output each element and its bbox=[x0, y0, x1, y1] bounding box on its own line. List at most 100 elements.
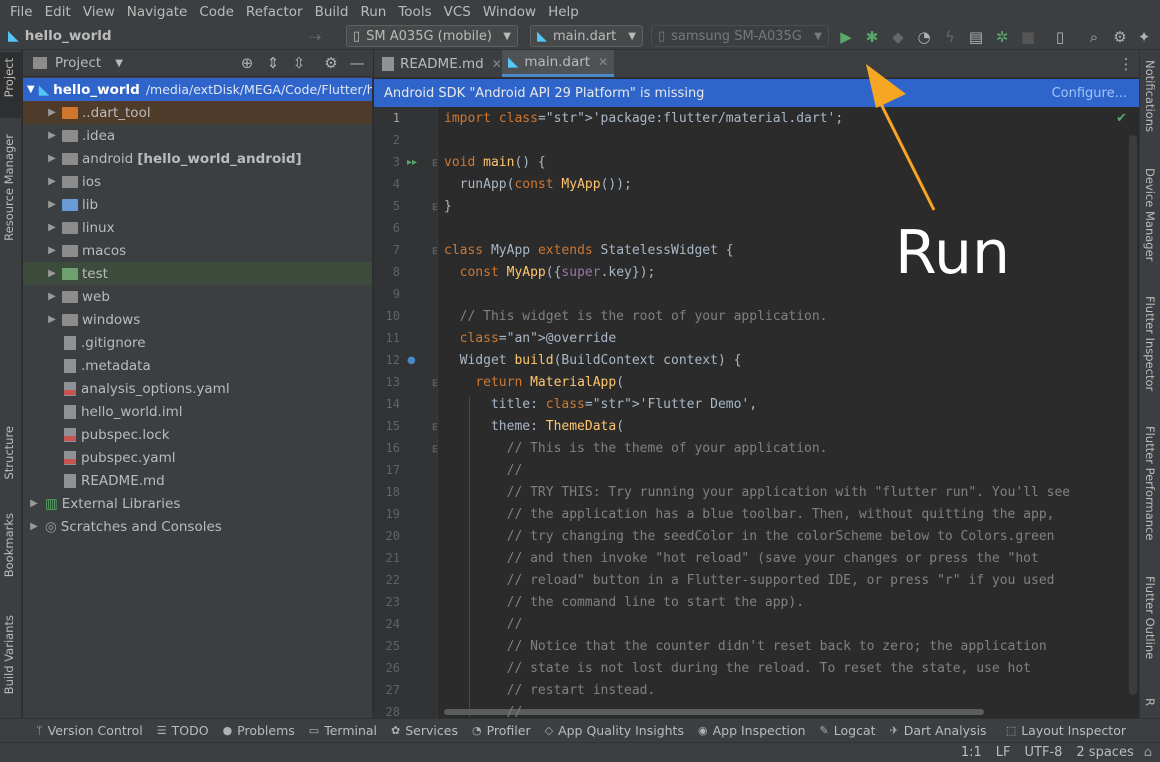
tool-window-app-inspection[interactable]: ◉ App Inspection bbox=[698, 723, 806, 738]
override-gutter-icon[interactable]: ● bbox=[407, 355, 416, 366]
tool-window-app-quality-insights[interactable]: ◇ App Quality Insights bbox=[545, 723, 684, 738]
tool-window-version-control[interactable]: ᛘ Version Control bbox=[36, 723, 143, 738]
chevron-right-icon[interactable]: ▶ bbox=[45, 291, 59, 302]
structure-tool-button[interactable]: Structure bbox=[2, 426, 16, 480]
tab-main-dart[interactable]: ◣ main.dart ✕ bbox=[502, 50, 615, 77]
menu-tools[interactable]: Tools bbox=[392, 4, 437, 20]
tool-window-dart-analysis[interactable]: ✈ Dart Analysis bbox=[890, 723, 987, 738]
tree-item[interactable]: ▶ ..dart_tool bbox=[23, 101, 372, 124]
chevron-right-icon[interactable]: ▶ bbox=[45, 268, 59, 279]
tree-item[interactable]: .gitignore bbox=[23, 331, 372, 354]
tree-item[interactable]: pubspec.yaml bbox=[23, 446, 372, 469]
project-tool-button[interactable]: Project bbox=[2, 58, 16, 97]
chevron-right-icon[interactable]: ▶ bbox=[45, 245, 59, 256]
gear-icon[interactable]: ⚙ bbox=[1110, 27, 1130, 47]
fold-icon[interactable]: ⊟ bbox=[432, 422, 437, 433]
flutter-outline-tool-button[interactable]: Flutter Outline bbox=[1143, 576, 1157, 659]
lock-icon[interactable]: ⌂ bbox=[1144, 745, 1152, 760]
horizontal-scrollbar[interactable] bbox=[444, 709, 984, 715]
gemini-icon[interactable]: ✦ bbox=[1134, 27, 1154, 47]
tree-item[interactable]: ▶ lib bbox=[23, 193, 372, 216]
tree-item[interactable]: ▶ web bbox=[23, 285, 372, 308]
tree-item[interactable]: README.md bbox=[23, 469, 372, 492]
more-tabs-icon[interactable]: ⋮ bbox=[1116, 54, 1136, 74]
tree-item[interactable]: hello_world.iml bbox=[23, 400, 372, 423]
caret-position[interactable]: 1:1 bbox=[961, 745, 982, 760]
chevron-right-icon[interactable]: ▶ bbox=[27, 521, 41, 532]
project-name[interactable]: hello_world bbox=[25, 28, 112, 44]
fold-icon[interactable]: ⊟ bbox=[432, 158, 437, 169]
chevron-right-icon[interactable]: ▶ bbox=[45, 176, 59, 187]
run-gutter-icon[interactable]: ▸▸ bbox=[407, 157, 417, 168]
notifications-tool-button[interactable]: Notifications bbox=[1143, 60, 1157, 132]
tab-readme[interactable]: README.md ✕ bbox=[376, 50, 508, 78]
build-variants-tool-button[interactable]: Build Variants bbox=[2, 615, 16, 694]
chevron-right-icon[interactable]: ▶ bbox=[45, 107, 59, 118]
tree-item[interactable]: analysis_options.yaml bbox=[23, 377, 372, 400]
tree-item[interactable]: ▶ .idea bbox=[23, 124, 372, 147]
menu-navigate[interactable]: Navigate bbox=[121, 4, 194, 20]
tool-window-logcat[interactable]: ✎ Logcat bbox=[820, 723, 876, 738]
bug-sync-icon[interactable]: ✲ bbox=[992, 27, 1012, 47]
run-config-selector[interactable]: ◣ main.dart ▼ bbox=[530, 25, 643, 47]
tree-item[interactable]: ▶ ▥ External Libraries bbox=[23, 492, 372, 515]
chevron-right-icon[interactable]: ▶ bbox=[45, 153, 59, 164]
attach-debugger-icon[interactable]: ◆ bbox=[888, 27, 908, 47]
menu-run[interactable]: Run bbox=[354, 4, 392, 20]
tree-item[interactable]: ▶ ios bbox=[23, 170, 372, 193]
chevron-right-icon[interactable]: ▶ bbox=[45, 199, 59, 210]
menu-vcs[interactable]: VCS bbox=[438, 4, 477, 20]
hide-icon[interactable]: — bbox=[347, 53, 367, 73]
tree-item[interactable]: ▶ test bbox=[23, 262, 372, 285]
resource-manager-tool-button[interactable]: Resource Manager bbox=[2, 134, 16, 241]
menu-window[interactable]: Window bbox=[477, 4, 542, 20]
profile-icon[interactable]: ◔ bbox=[914, 27, 934, 47]
configure-link[interactable]: Configure... bbox=[1052, 86, 1127, 101]
tree-item[interactable]: ▶ macos bbox=[23, 239, 372, 262]
hot-reload-icon[interactable]: ϟ bbox=[940, 27, 960, 47]
tool-window-todo[interactable]: ☰ TODO bbox=[157, 723, 209, 738]
vcs-icon[interactable]: ⇢ bbox=[305, 27, 325, 47]
tool-window-services[interactable]: ✿ Services bbox=[391, 723, 458, 738]
chevron-right-icon[interactable]: ▶ bbox=[45, 130, 59, 141]
tree-item[interactable]: ▶ windows bbox=[23, 308, 372, 331]
flutter-inspector-tool-button[interactable]: Flutter Inspector bbox=[1143, 296, 1157, 391]
stop-icon[interactable]: ■ bbox=[1018, 27, 1038, 47]
tree-item[interactable]: ▶ ◎ Scratches and Consoles bbox=[23, 515, 372, 538]
fold-icon[interactable]: ⊟ bbox=[432, 378, 437, 389]
file-encoding[interactable]: UTF-8 bbox=[1025, 745, 1063, 760]
gear-icon[interactable]: ⚙ bbox=[321, 53, 341, 73]
menu-file[interactable]: File bbox=[4, 4, 39, 20]
flutter-performance-tool-button[interactable]: Flutter Performance bbox=[1143, 426, 1157, 540]
tool-window-problems[interactable]: ● Problems bbox=[223, 723, 295, 738]
more-tool-button[interactable]: R bbox=[1143, 698, 1157, 706]
navigation-bar[interactable]: ◣ hello_world bbox=[8, 28, 112, 44]
menu-help[interactable]: Help bbox=[542, 4, 585, 20]
collapse-all-icon[interactable]: ⇳ bbox=[289, 53, 309, 73]
tree-item[interactable]: pubspec.lock bbox=[23, 423, 372, 446]
locate-icon[interactable]: ⊕ bbox=[237, 53, 257, 73]
menu-view[interactable]: View bbox=[77, 4, 121, 20]
tree-item[interactable]: .metadata bbox=[23, 354, 372, 377]
indent-setting[interactable]: 2 spaces bbox=[1076, 745, 1133, 760]
menu-edit[interactable]: Edit bbox=[39, 4, 77, 20]
device-manager-tool-button[interactable]: Device Manager bbox=[1143, 168, 1157, 261]
fold-icon[interactable]: ⊟ bbox=[432, 202, 437, 213]
close-icon[interactable]: ✕ bbox=[598, 55, 608, 69]
tool-window-layout-inspector[interactable]: ⬚ Layout Inspector bbox=[1006, 723, 1126, 738]
tree-item[interactable]: ▶ linux bbox=[23, 216, 372, 239]
close-icon[interactable]: ✕ bbox=[492, 57, 502, 71]
run-icon[interactable]: ▶ bbox=[836, 27, 856, 47]
project-view-selector[interactable]: Project bbox=[55, 55, 101, 71]
chevron-down-icon[interactable]: ▼ bbox=[115, 58, 123, 69]
vertical-scrollbar[interactable] bbox=[1129, 135, 1137, 695]
tree-root-hello-world[interactable]: ▼ ◣ hello_world /media/extDisk/MEGA/Code… bbox=[23, 78, 372, 101]
tool-window-terminal[interactable]: ▭ Terminal bbox=[309, 723, 377, 738]
tree-item[interactable]: ▶ android [hello_world_android] bbox=[23, 147, 372, 170]
device-mirror-icon[interactable]: ▯ bbox=[1050, 27, 1070, 47]
apply-changes-icon[interactable]: ▤ bbox=[966, 27, 986, 47]
line-separator[interactable]: LF bbox=[996, 745, 1011, 760]
search-icon[interactable]: ⌕ bbox=[1084, 27, 1104, 47]
device-selector[interactable]: ▯ SM A035G (mobile) ▼ bbox=[346, 25, 518, 47]
chevron-right-icon[interactable]: ▶ bbox=[27, 498, 41, 509]
